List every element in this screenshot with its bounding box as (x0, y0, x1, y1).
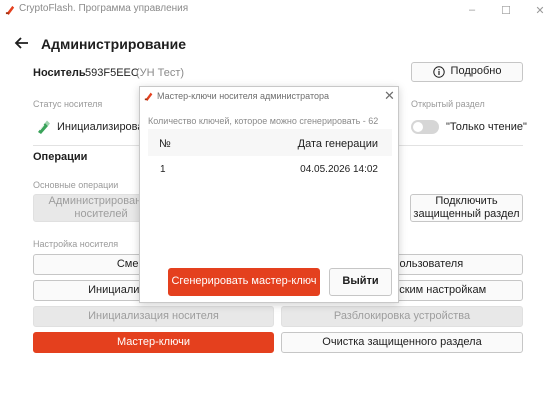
generate-master-key-button[interactable]: Сгенерировать мастер-ключ (168, 268, 320, 296)
carrier-tag: (УН Тест) (136, 67, 185, 79)
column-header-date: Дата генерации (297, 138, 378, 150)
dialog-logo-icon (144, 92, 153, 101)
unlock-device-button[interactable]: Разблокировка устройства (281, 306, 523, 327)
open-section-label: Открытый раздел (411, 99, 485, 109)
basic-operations-label: Основные операции (33, 180, 119, 190)
title-bar: CryptoFlash. Программа управления – ☐ ✕ (0, 0, 557, 20)
connect-protected-section-button[interactable]: Подключить защищенный раздел (410, 194, 523, 222)
initialize-carrier-disabled-button[interactable]: Инициализация носителя (33, 306, 274, 327)
usb-drive-icon (38, 120, 50, 134)
key-count-text: Количество ключей, которое можно сгенери… (148, 116, 379, 126)
dialog-title: Мастер-ключи носителя администратора (157, 91, 329, 101)
exit-button[interactable]: Выйти (329, 268, 392, 296)
carrier-label: Носитель (33, 67, 86, 79)
master-keys-button[interactable]: Мастер-ключи (33, 332, 274, 353)
row-number: 1 (160, 164, 166, 175)
row-date: 04.05.2026 14:02 (300, 164, 378, 175)
info-icon (432, 66, 445, 78)
readonly-toggle[interactable] (411, 120, 439, 134)
back-arrow-icon[interactable] (14, 35, 30, 51)
column-header-number: № (159, 138, 171, 150)
carrier-id: 593F5EEC (85, 67, 139, 79)
settings-label: Настройка носителя (33, 239, 119, 249)
master-keys-dialog: Мастер-ключи носителя администратора ✕ К… (139, 86, 399, 303)
window-title: CryptoFlash. Программа управления (19, 3, 189, 14)
details-button[interactable]: Подробно (411, 62, 523, 82)
operations-title: Операции (33, 151, 88, 163)
minimize-button[interactable]: – (456, 0, 488, 20)
maximize-button[interactable]: ☐ (490, 0, 522, 20)
status-label: Статус носителя (33, 99, 103, 109)
dialog-close-icon[interactable]: ✕ (384, 88, 395, 104)
page-title: Администрирование (41, 36, 186, 52)
readonly-label: "Только чтение" (446, 121, 527, 133)
keys-table-body: 1 04.05.2026 14:02 (148, 156, 392, 257)
keys-table: № Дата генерации 1 04.05.2026 14:02 (148, 129, 392, 257)
toggle-knob (413, 122, 423, 132)
details-button-label: Подробно (450, 65, 502, 78)
app-logo-icon (5, 5, 15, 15)
close-window-button[interactable]: ✕ (524, 0, 556, 20)
clear-protected-section-button[interactable]: Очистка защищенного раздела (281, 332, 523, 353)
status-value: Инициализирован (57, 121, 150, 133)
